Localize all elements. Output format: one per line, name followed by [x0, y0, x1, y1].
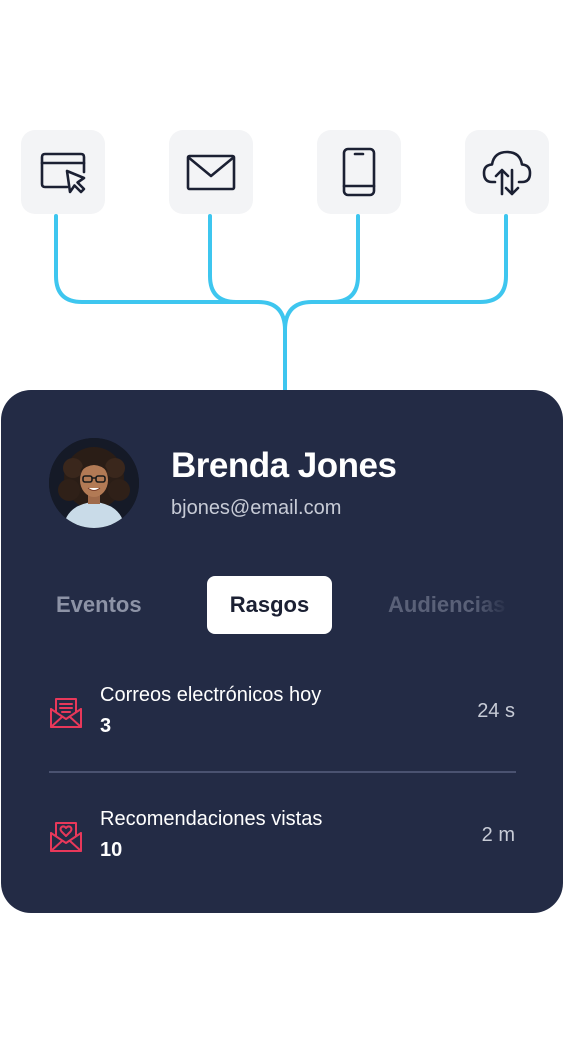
avatar: [49, 438, 139, 528]
mobile-phone-icon: [342, 147, 376, 197]
web-browser-cursor-icon: [40, 152, 86, 194]
envelope-letter-icon: [49, 696, 83, 730]
trait-timestamp: 24 s: [477, 700, 515, 722]
profile-card: Brenda Jones bjones@email.com Eventos Ra…: [1, 390, 563, 913]
source-email[interactable]: [169, 130, 253, 214]
trait-row-recommendations-viewed: Recomendaciones vistas 10 2 m: [1, 806, 563, 876]
profile-email: bjones@email.com: [171, 497, 342, 519]
trait-label: Correos electrónicos hoy: [100, 684, 322, 706]
source-cloud[interactable]: [465, 130, 549, 214]
email-envelope-icon: [186, 154, 236, 191]
trait-value: 10: [100, 839, 123, 861]
trait-timestamp: 2 m: [481, 824, 515, 846]
source-mobile[interactable]: [317, 130, 401, 214]
source-web[interactable]: [21, 130, 105, 214]
trait-row-emails-today: Correos electrónicos hoy 3 24 s: [1, 682, 563, 752]
trait-label: Recomendaciones vistas: [100, 808, 323, 830]
trait-value: 3: [100, 715, 112, 737]
tab-traits[interactable]: Rasgos: [207, 576, 332, 634]
envelope-heart-icon: [49, 820, 83, 854]
tab-audiences[interactable]: Audiencias: [388, 576, 510, 634]
divider: [49, 771, 516, 773]
cloud-upload-download-icon: [482, 150, 532, 196]
profile-name: Brenda Jones: [171, 446, 397, 485]
tab-events[interactable]: Eventos: [56, 576, 142, 634]
